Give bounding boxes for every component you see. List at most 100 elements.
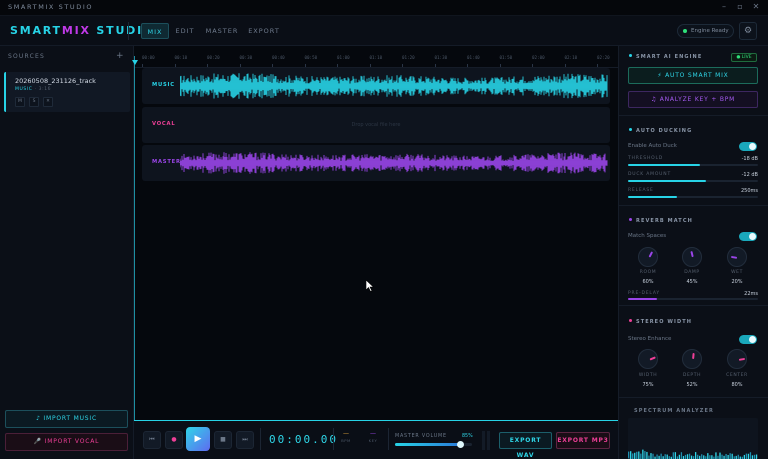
play-button[interactable]: ▶ [186,427,210,451]
spectrum-bar [648,455,650,459]
track-vocal[interactable]: VOCAL Drop vocal file here [142,107,610,143]
record-button[interactable]: ● [165,431,183,449]
level-meter-right [487,431,490,450]
duck-amount-value: -12 dB [741,172,758,178]
pre-delay-slider[interactable] [628,298,758,300]
export-wav-button[interactable]: EXPORT WAV [499,432,552,459]
microphone-icon: 🎤 [33,438,45,445]
master-volume-value: 85% [462,434,473,439]
spectrum-bar [749,452,752,459]
damp-knob[interactable] [682,247,702,267]
analyze-key-bpm-button[interactable]: ♫ ANALYZE KEY + BPM [628,91,758,108]
wet-knob[interactable] [727,247,747,267]
master-volume-slider[interactable] [395,441,472,448]
tab-edit[interactable]: EDIT [172,23,198,39]
ruler-tick-mark [337,64,338,67]
spectrum-bar [715,452,717,459]
close-icon[interactable]: ✕ [750,2,762,11]
spectrum-bar [719,452,721,459]
import-music-button[interactable]: ♪ IMPORT MUSIC [5,410,128,428]
tab-export[interactable]: EXPORT [245,23,283,39]
export-mp3-button[interactable]: EXPORT MP3 [556,432,610,449]
app-header: SMARTMIX STUDIO MIX EDIT MASTER EXPORT E… [0,16,768,46]
tab-mix[interactable]: MIX [141,23,169,39]
master-volume-fill [395,443,461,446]
header-divider [128,22,129,40]
spectrum-bar [729,453,731,459]
spectrum-bar [640,453,642,459]
rewind-icon: ⏮ [149,436,155,443]
time-ruler[interactable]: 00:00 00:10 00:20 00:30 00:40 00:50 01:00 01:10… [134,54,642,68]
maximize-icon[interactable]: ▫ [734,2,746,11]
spectrum-bar [747,453,750,459]
track-music[interactable]: MUSIC [142,68,610,104]
minimize-icon[interactable]: – [718,2,730,11]
stereo-enhance-toggle[interactable] [739,335,757,344]
auto-smart-mix-button[interactable]: ⚡ AUTO SMART MIX [628,67,758,84]
pre-delay-label: PRE-DELAY [628,291,660,296]
source-solo-button[interactable]: S [29,97,39,107]
spectrum-bar [751,455,754,459]
track-label-master: MASTER [152,159,181,165]
spectrum-bar [737,454,739,459]
duck-amount-fill [628,180,706,182]
threshold-slider[interactable] [628,164,758,166]
toggle-knob [749,233,756,240]
waveform-path [180,152,608,174]
source-remove-button[interactable]: ✕ [43,97,53,107]
duck-amount-slider[interactable] [628,180,758,182]
match-spaces-label: Match Spaces [628,233,667,239]
center-knob[interactable] [727,349,747,369]
depth-knob-indicator [692,352,695,360]
room-knob[interactable] [638,247,658,267]
track-master[interactable]: MASTER [142,145,610,181]
width-knob[interactable] [638,349,658,369]
key-value: — [370,430,376,437]
import-vocal-button[interactable]: 🎤 IMPORT VOCAL [5,433,128,451]
section-bullet-icon [629,218,632,221]
spectrum-bar [725,453,727,459]
source-mute-button[interactable]: M [15,97,25,107]
release-slider[interactable] [628,196,758,198]
playhead-handle[interactable] [132,60,138,65]
stop-button[interactable]: ■ [214,431,232,449]
width-value: 75% [642,382,654,388]
level-meter-left [482,431,485,450]
room-label: ROOM [639,270,657,275]
depth-knob[interactable] [682,349,702,369]
ruler-tick-mark [434,64,436,67]
spectrum-bar [634,452,636,459]
spectrum-bar [680,452,683,459]
tab-master[interactable]: MASTER [203,23,241,39]
room-knob-indicator [648,251,654,258]
ruler-tick-mark [402,64,403,67]
window-title: SMARTMIX STUDIO [8,3,94,11]
ruler-tick-mark [369,64,371,67]
add-source-button[interactable]: + [116,51,124,61]
rewind-button[interactable]: ⏮ [143,431,161,449]
source-item[interactable]: 20260508_231126_track MUSIC · 3:16 M S ✕ [4,72,130,112]
ruler-tick-label: 00:50 [304,55,318,60]
forward-button[interactable]: ⏭ [236,431,254,449]
ruler-tick-mark [142,64,143,67]
center-label: CENTER [726,373,748,378]
ruler-tick-label: 01:00 [337,55,350,60]
settings-button[interactable]: ⚙ [739,22,757,40]
source-duration: 3:16 [38,87,52,92]
waveform-music [180,73,608,99]
ruler-tick-label: 01:30 [434,55,448,60]
source-meta: MUSIC · 3:16 [15,87,52,92]
auto-duck-toggle[interactable] [739,142,757,151]
spectrum-bar [690,455,693,459]
wet-value: 20% [731,279,743,285]
spectrum-bar [753,454,756,459]
stereo-width-title-text: STEREO WIDTH [636,319,693,325]
spectrum-bar [666,454,668,459]
match-spaces-toggle[interactable] [739,232,757,241]
app-logo: SMARTMIX STUDIO [10,24,154,37]
playhead[interactable] [134,56,135,420]
waveform-path [180,73,608,99]
master-volume-handle[interactable] [456,441,464,448]
forward-icon: ⏭ [242,436,248,443]
toggle-knob [749,143,756,150]
